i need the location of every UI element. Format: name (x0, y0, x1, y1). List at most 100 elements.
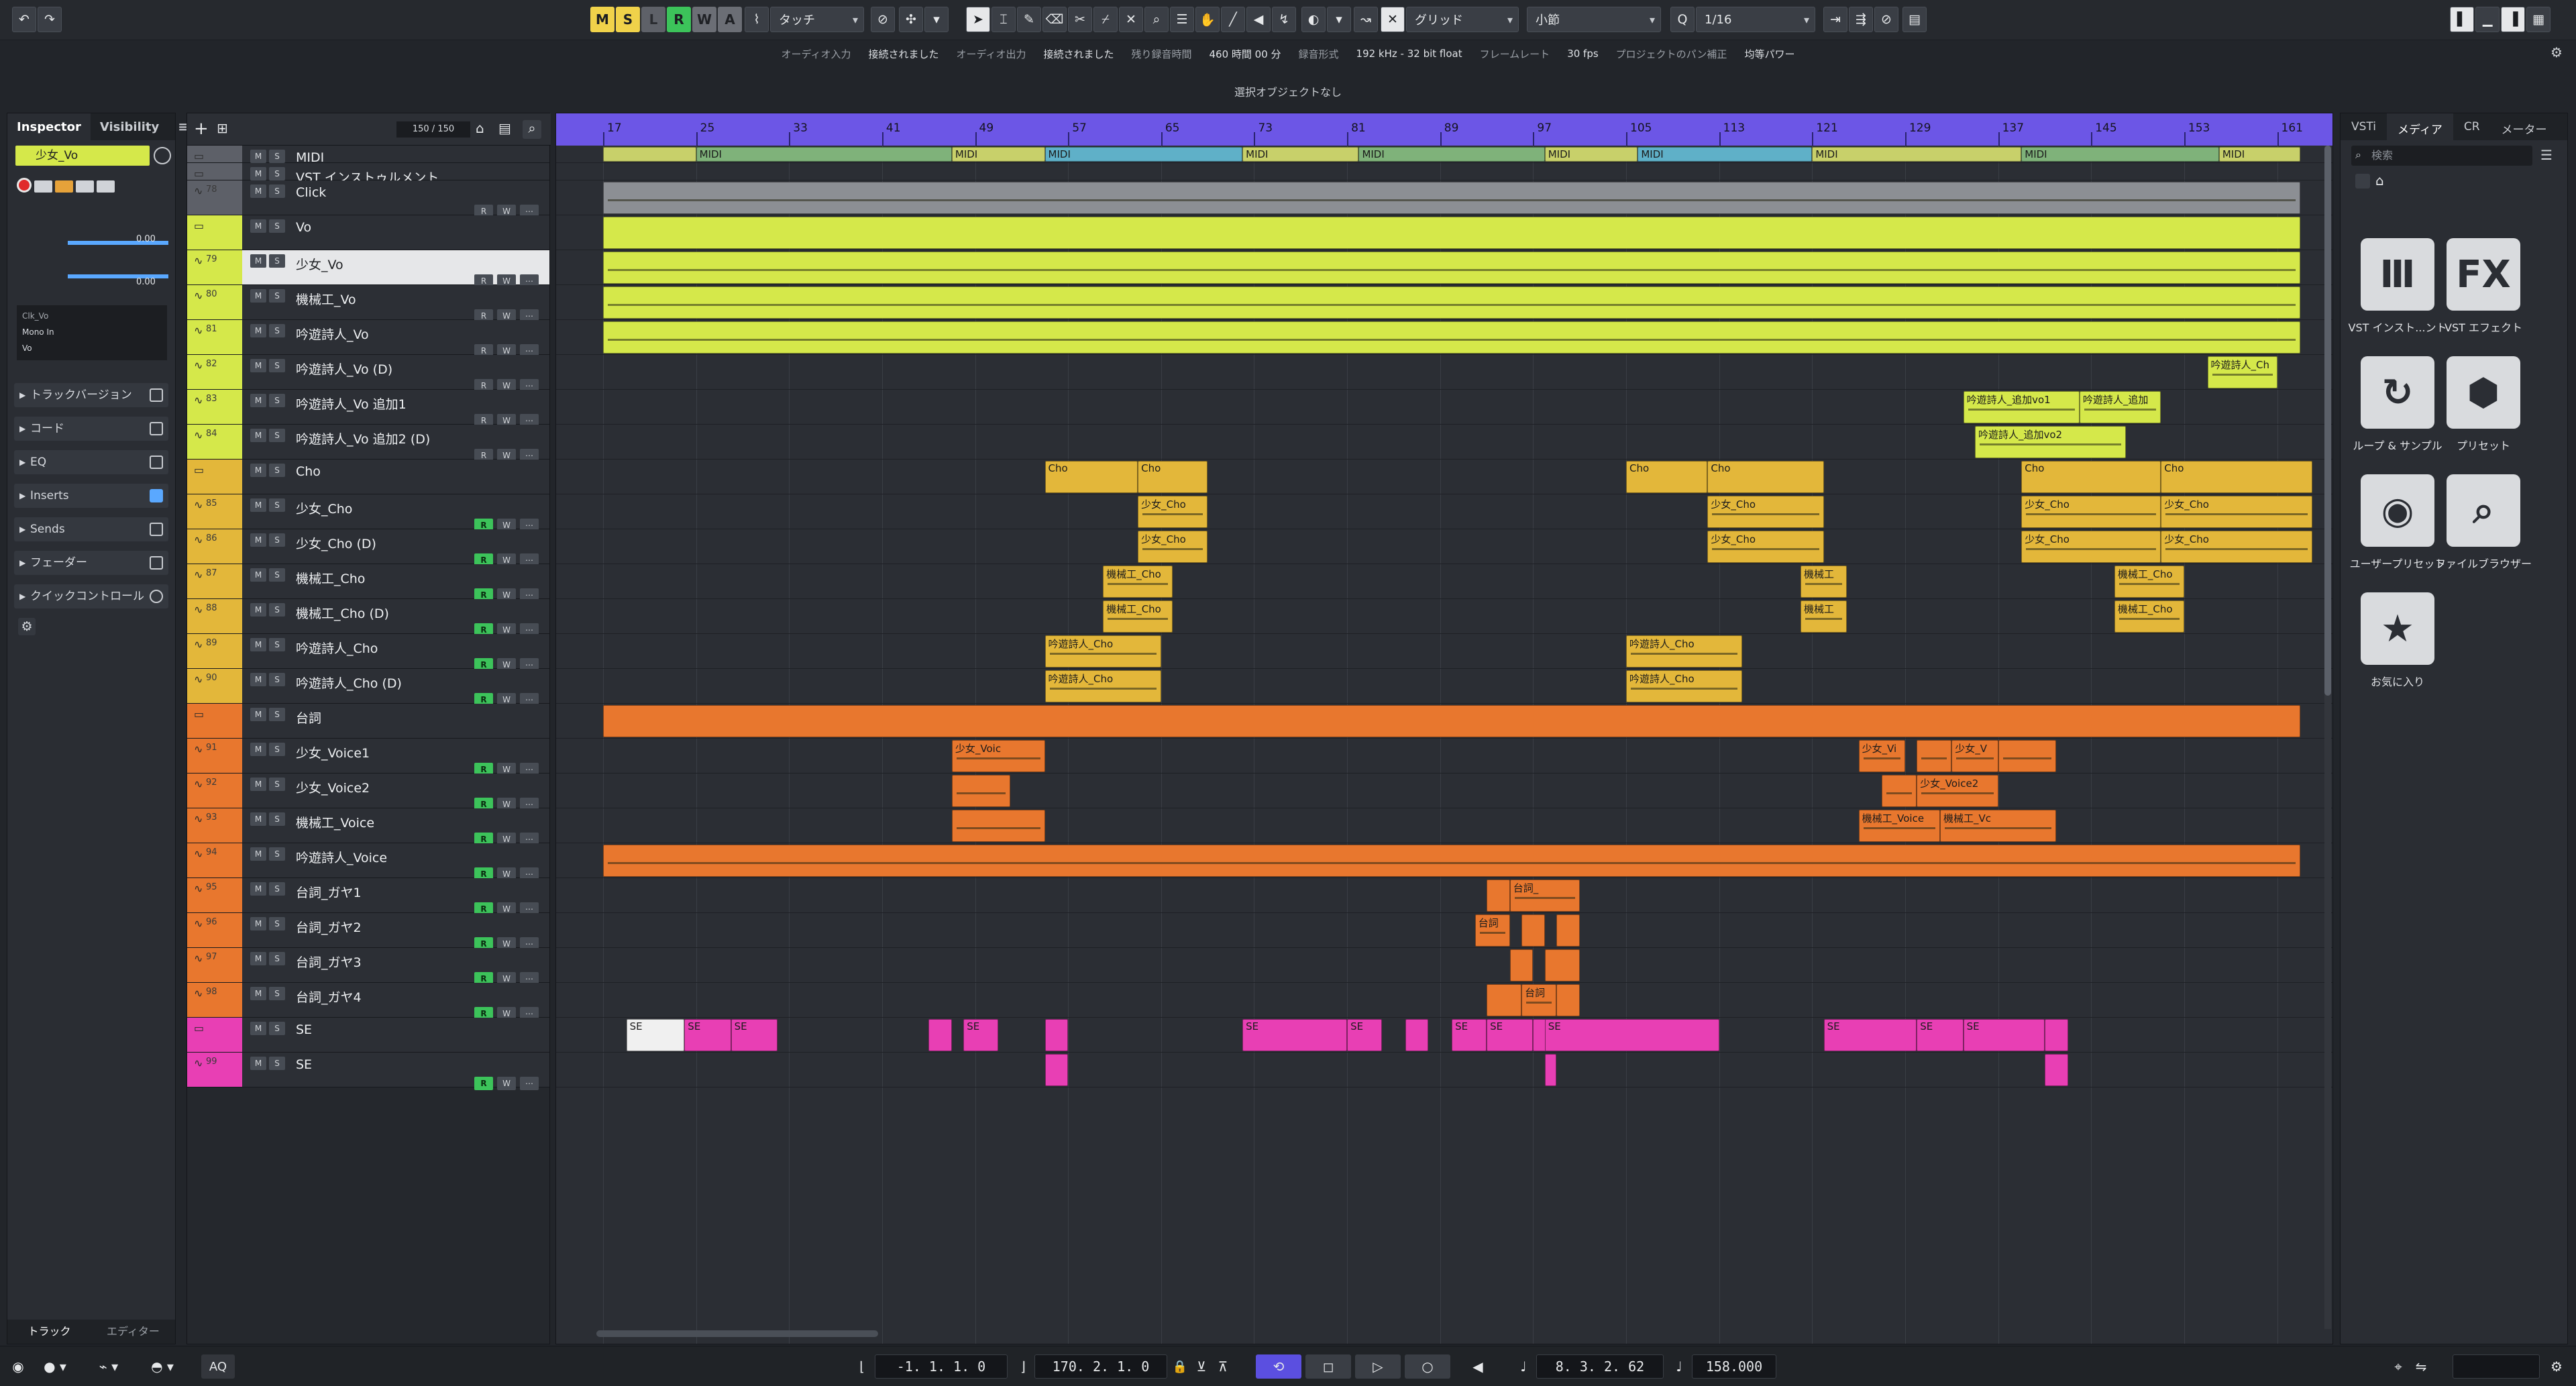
iterative-quantize-icon[interactable]: ⊘ (1874, 7, 1898, 32)
track-name[interactable]: 少女_Cho (D) (296, 534, 376, 552)
audio-event[interactable]: SE (1242, 1019, 1348, 1051)
window-layout-icon[interactable]: ▤ (1902, 7, 1927, 32)
folder-icon[interactable]: ▭ (194, 464, 204, 476)
audio-event[interactable]: MIDI (1242, 147, 1359, 162)
audio-track-icon[interactable]: ∿ (194, 812, 203, 825)
quantize-select[interactable]: 1/16 (1696, 7, 1815, 32)
track-name[interactable]: SE (296, 1022, 312, 1037)
event[interactable] (1044, 1054, 1069, 1086)
tempo-display[interactable]: 158.000 (1692, 1354, 1776, 1379)
automation-all-button[interactable]: A (718, 7, 742, 32)
mute-solo-buttons[interactable]: MS (250, 429, 285, 442)
mute-solo-buttons[interactable]: MS (250, 289, 285, 303)
solo-button[interactable]: S (269, 708, 285, 721)
audio-event[interactable]: SE (1963, 1019, 2045, 1051)
track-lane[interactable] (556, 774, 2332, 808)
solo-button[interactable]: S (269, 847, 285, 861)
mute-button[interactable]: M (250, 324, 266, 337)
mute-solo-buttons[interactable]: MS (250, 184, 285, 198)
hand-tool-icon[interactable]: ✋ (1195, 7, 1220, 32)
write-automation-button[interactable]: W (497, 1077, 516, 1090)
automation-mode-icon[interactable]: ⌇ (745, 7, 769, 32)
mute-solo-buttons[interactable]: MS (250, 987, 285, 1000)
event[interactable] (1487, 984, 1522, 1016)
solo-button[interactable]: S (269, 568, 285, 582)
track-name[interactable]: 台詞_ガヤ3 (296, 953, 362, 971)
audio-track-icon[interactable]: ∿ (194, 917, 203, 930)
event[interactable] (1917, 740, 1952, 772)
section-eq[interactable]: EQ (14, 450, 168, 474)
mute-button[interactable]: M (250, 778, 266, 791)
tab-media[interactable]: メディア (2387, 113, 2453, 140)
event[interactable] (2044, 1019, 2068, 1051)
mute-button[interactable]: M (250, 359, 266, 372)
pre-roll-icon[interactable]: ⊻ (1193, 1354, 1210, 1379)
solo-button[interactable]: S (269, 1057, 285, 1070)
mute-button[interactable]: M (250, 708, 266, 721)
mute-button[interactable]: M (250, 167, 266, 180)
audio-event[interactable]: Cho (1707, 461, 1824, 493)
track-lane[interactable] (556, 163, 2332, 180)
audio-event[interactable]: 機械工 (1800, 600, 1847, 633)
track-name[interactable]: 吟遊詩人_Vo (D) (296, 360, 392, 378)
track-row[interactable]: 82 ∿ M S 吟遊詩人_Vo (D) R W ⋯ (187, 355, 549, 392)
mute-solo-buttons[interactable]: MS (250, 638, 285, 651)
track-lane[interactable] (556, 983, 2332, 1018)
audio-event[interactable]: 吟遊詩人_追加vo2 (1974, 426, 2127, 458)
solo-button[interactable]: S (269, 987, 285, 1000)
audio-event[interactable]: MIDI (1358, 147, 1545, 162)
media-back-icon[interactable] (2355, 174, 2370, 189)
folder-icon[interactable]: ▭ (194, 167, 204, 180)
mute-solo-buttons[interactable]: MS (250, 167, 285, 180)
section-chord[interactable]: コード (14, 417, 168, 441)
mute-solo-buttons[interactable]: MS (250, 1057, 285, 1070)
event[interactable] (1556, 984, 1580, 1016)
mute-solo-buttons[interactable]: MS (250, 359, 285, 372)
vertical-scrollbar[interactable] (2324, 146, 2331, 1329)
solo-button[interactable]: S (269, 464, 285, 477)
file-browser-icon[interactable]: ⌕ (2447, 474, 2520, 547)
track-row[interactable]: 78 ∿ M S Click R W ⋯ (187, 180, 549, 218)
mute-solo-buttons[interactable]: MS (250, 394, 285, 407)
right-locator-icon[interactable]: ⌋ (1013, 1354, 1033, 1379)
audio-event[interactable]: 機械工_Cho (2114, 600, 2184, 633)
event[interactable] (1882, 775, 1917, 807)
mute-button[interactable]: M (250, 1057, 266, 1070)
audio-event[interactable]: 少女_V (1951, 740, 1998, 772)
event[interactable] (928, 1019, 952, 1051)
event[interactable] (951, 775, 1010, 807)
position-display[interactable]: 8. 3. 2. 62 (1536, 1354, 1664, 1379)
track-row[interactable]: 95 ∿ M S 台詞_ガヤ1 R W ⋯ (187, 878, 549, 916)
mute-solo-buttons[interactable]: MS (250, 917, 285, 930)
audio-event[interactable]: 機械工_Voice (1858, 810, 1940, 842)
mute-button[interactable]: M (250, 952, 266, 965)
settings-gear-icon[interactable]: ⚙ (2551, 44, 2568, 62)
audio-track-icon[interactable]: ∿ (194, 847, 203, 860)
track-row[interactable]: 83 ∿ M S 吟遊詩人_Vo 追加1 R W ⋯ (187, 390, 549, 427)
event[interactable] (1556, 914, 1580, 947)
tools-icon[interactable]: ✣ (899, 7, 923, 32)
solo-button[interactable]: S (269, 638, 285, 651)
mute-button[interactable]: M (250, 987, 266, 1000)
audio-track-icon[interactable]: ∿ (194, 498, 203, 511)
solo-button[interactable]: S (269, 324, 285, 337)
audio-event[interactable]: 台詞 (1474, 914, 1510, 947)
solo-button[interactable]: S (269, 1022, 285, 1035)
audio-event[interactable]: 機械工 (1800, 566, 1847, 598)
track-name[interactable]: 台詞_ガヤ1 (296, 883, 362, 901)
track-home-icon[interactable]: ⌂ (476, 120, 494, 139)
tool-dropdown-icon[interactable]: ▾ (924, 7, 949, 32)
sync-icon[interactable]: ⇋ (2411, 1354, 2431, 1379)
audio-event[interactable]: 少女_Voic (951, 740, 1045, 772)
track-lane[interactable] (556, 634, 2332, 669)
mute-solo-buttons[interactable]: MS (250, 150, 285, 163)
track-row[interactable]: 79 ∿ M S 少女_Vo R W ⋯ (187, 250, 549, 288)
edit-mode-icon[interactable]: ⌖ (2388, 1354, 2408, 1379)
stop-button[interactable]: ◻ (1305, 1354, 1351, 1379)
section-inserts[interactable]: Inserts (14, 484, 168, 508)
track-row[interactable]: 90 ∿ M S 吟遊詩人_Cho (D) R W ⋯ (187, 669, 549, 706)
track-name[interactable]: 台詞_ガヤ2 (296, 918, 362, 936)
mute-button[interactable]: M (250, 150, 266, 163)
audio-event[interactable]: 少女_Cho (2161, 496, 2312, 528)
mute-button[interactable]: M (250, 638, 266, 651)
